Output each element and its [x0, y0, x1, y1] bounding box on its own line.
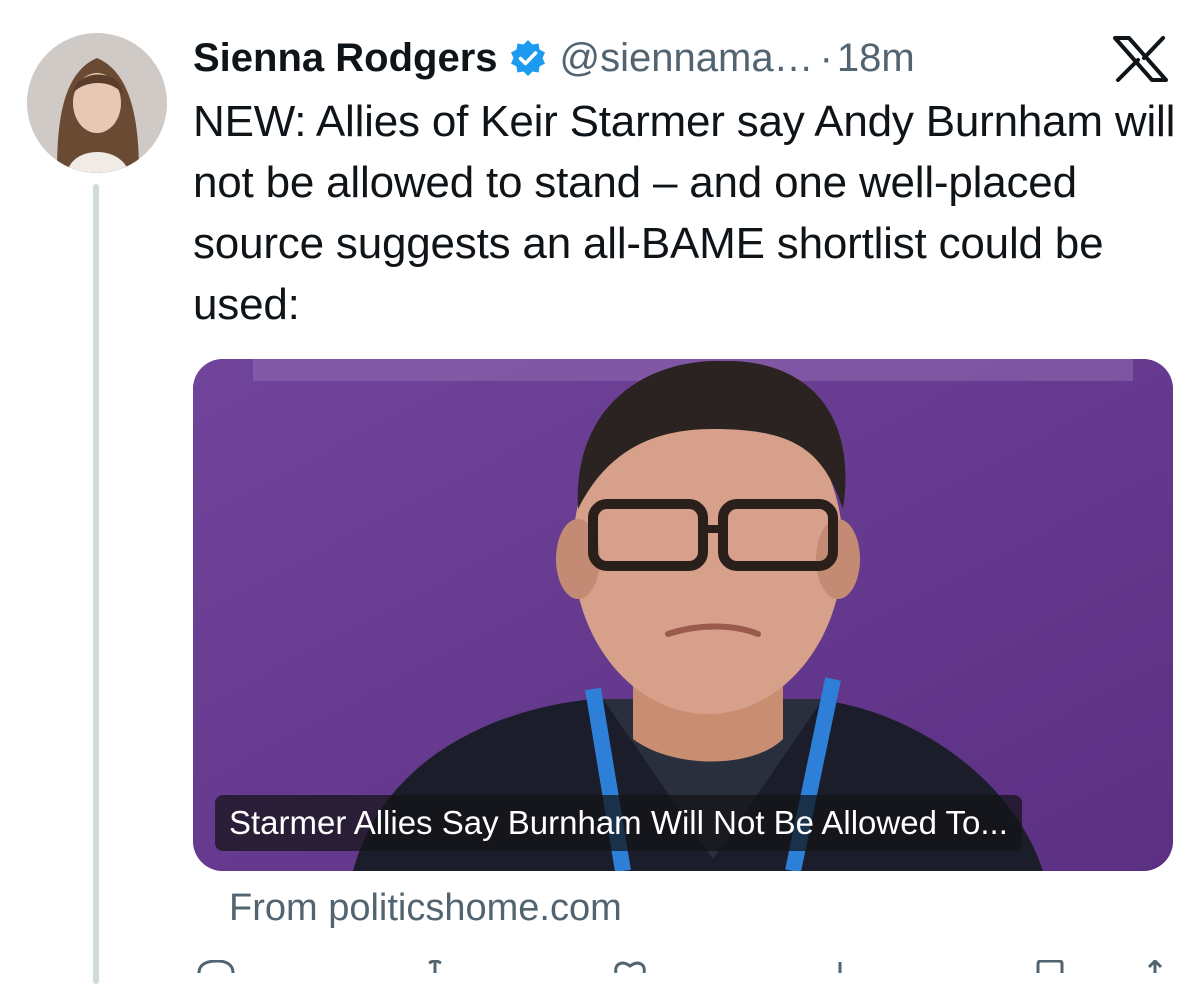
- share-icon[interactable]: [1135, 960, 1175, 973]
- link-card[interactable]: Starmer Allies Say Burnham Will Not Be A…: [193, 359, 1173, 871]
- like-icon[interactable]: [610, 960, 650, 973]
- card-caption: Starmer Allies Say Burnham Will Not Be A…: [215, 795, 1022, 851]
- views-icon[interactable]: [820, 960, 860, 973]
- x-logo-icon[interactable]: [1113, 36, 1168, 82]
- thread-line: [93, 184, 99, 984]
- bookmark-icon[interactable]: [1030, 960, 1070, 973]
- reply-icon[interactable]: [195, 960, 235, 973]
- tweet-header: Sienna Rodgers @siennama… · 18m: [193, 30, 915, 86]
- author-name[interactable]: Sienna Rodgers: [193, 36, 498, 81]
- avatar-photo: [27, 33, 167, 173]
- author-avatar[interactable]: [27, 33, 167, 173]
- action-bar: [180, 960, 1180, 973]
- header-separator: ·: [819, 35, 833, 80]
- timestamp[interactable]: 18m: [837, 36, 915, 81]
- verified-badge-icon: [508, 38, 548, 78]
- retweet-icon[interactable]: [415, 960, 455, 973]
- tweet-text: NEW: Allies of Keir Starmer say Andy Bur…: [193, 97, 1176, 329]
- author-handle[interactable]: @siennama…: [560, 36, 814, 81]
- card-source[interactable]: From politicshome.com: [229, 887, 622, 930]
